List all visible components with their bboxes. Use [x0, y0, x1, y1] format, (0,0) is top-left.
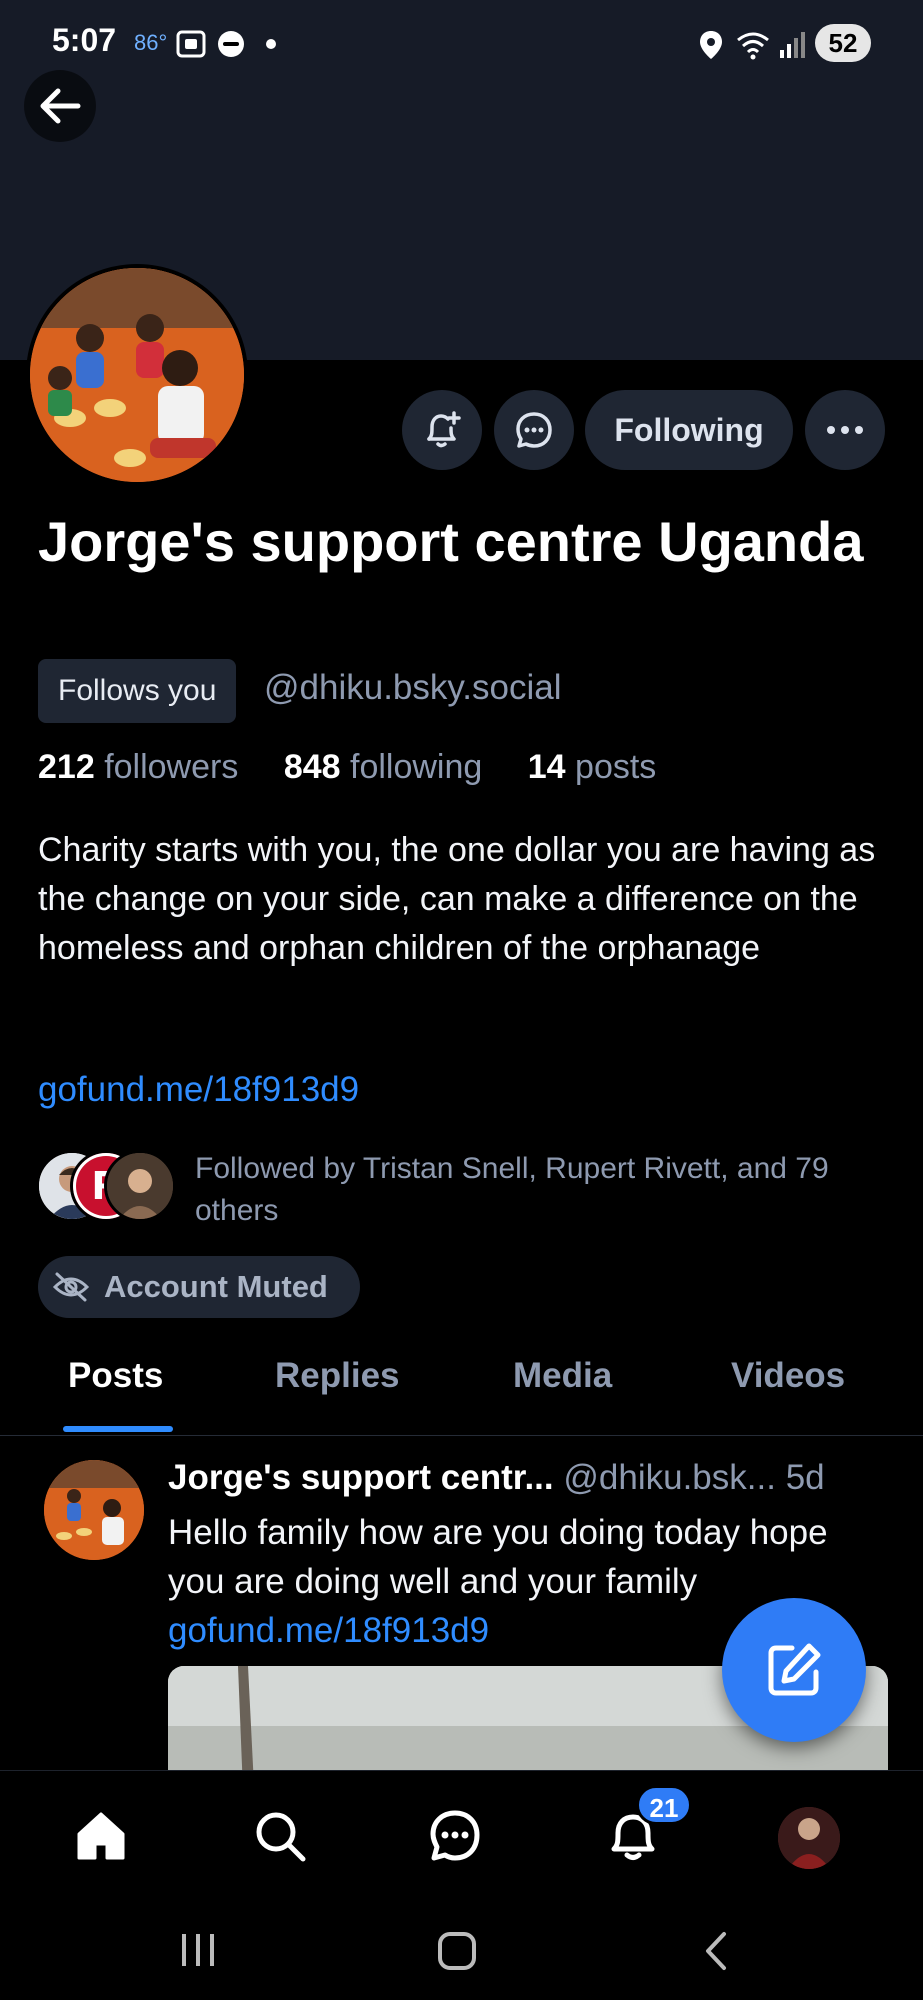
more-horizontal-icon: [827, 426, 863, 434]
chat-icon: [516, 412, 552, 448]
post-author-name[interactable]: Jorge's support centr...: [168, 1458, 554, 1497]
search-icon: [256, 1812, 306, 1862]
signal-icon: [780, 32, 805, 58]
profile-link[interactable]: gofund.me/18f913d9: [38, 1070, 359, 1110]
subscribe-notifications-button[interactable]: [402, 390, 482, 470]
message-button[interactable]: [494, 390, 574, 470]
followers-stat[interactable]: 212 followers: [38, 748, 256, 786]
bell-plus-icon: [427, 411, 461, 448]
following-button-label: Following: [614, 411, 764, 448]
home-system-icon[interactable]: [436, 1930, 478, 1972]
post-link[interactable]: gofund.me/18f913d9: [168, 1611, 489, 1650]
status-bar: 5:07 86° 52: [0, 0, 923, 86]
system-navigation-bar: [0, 1900, 923, 2000]
profile-avatar[interactable]: [26, 264, 248, 486]
followers-label: followers: [104, 748, 239, 786]
profile-display-name: Jorge's support centre Uganda: [38, 510, 864, 573]
post-author-handle[interactable]: @dhiku.bsk...: [563, 1458, 776, 1497]
active-tab-indicator: [63, 1426, 173, 1432]
recent-apps-icon[interactable]: [178, 1930, 218, 1970]
wear-icon: [218, 31, 244, 57]
bottom-navigation: 21: [0, 1770, 923, 1900]
eye-off-icon: [52, 1272, 90, 1302]
known-followers-avatars[interactable]: R: [36, 1150, 176, 1226]
home-icon: [77, 1812, 125, 1860]
more-options-button[interactable]: [805, 390, 885, 470]
back-system-icon[interactable]: [700, 1930, 732, 1972]
arrow-left-icon: [40, 88, 81, 124]
back-button[interactable]: [24, 70, 96, 142]
posts-count: 14: [527, 748, 566, 786]
dot-icon: [266, 39, 276, 49]
location-icon: [700, 31, 722, 59]
tab-media[interactable]: Media: [513, 1356, 612, 1396]
notifications-badge: 21: [636, 1785, 692, 1825]
followed-by-text[interactable]: Followed by Tristan Snell, Rupert Rivett…: [195, 1148, 895, 1232]
screenshot-icon: [176, 30, 206, 58]
account-muted-label: Account Muted: [104, 1269, 328, 1304]
post-header: Jorge's support centr... @dhiku.bsk... 5…: [168, 1458, 888, 1498]
compose-post-button[interactable]: [722, 1598, 866, 1742]
nav-search[interactable]: [245, 1801, 315, 1871]
profile-handle[interactable]: @dhiku.bsky.social: [264, 668, 562, 708]
followers-count: 212: [38, 748, 95, 786]
tab-posts[interactable]: Posts: [68, 1356, 163, 1396]
profile-tabs: Posts Replies Media Videos: [0, 1336, 923, 1436]
nav-chat[interactable]: [420, 1801, 490, 1871]
account-muted-badge: Account Muted: [38, 1256, 360, 1318]
avatar-photo: [30, 268, 244, 482]
follower-avatar: [104, 1150, 176, 1222]
tab-replies[interactable]: Replies: [275, 1356, 400, 1396]
nav-profile-avatar[interactable]: [778, 1807, 840, 1869]
compose-icon: [768, 1643, 821, 1696]
posts-label: posts: [575, 748, 657, 786]
following-count: 848: [283, 748, 341, 786]
profile-bio: Charity starts with you, the one dollar …: [38, 831, 876, 967]
status-time: 5:07: [52, 22, 117, 58]
following-button[interactable]: Following: [585, 390, 793, 470]
post-avatar-photo: [44, 1460, 144, 1560]
post-author-avatar[interactable]: [44, 1460, 144, 1560]
following-stat[interactable]: 848 following: [284, 748, 501, 786]
post-text: Hello family how are you doing today hop…: [168, 1513, 828, 1601]
wifi-icon: [737, 32, 769, 60]
following-label: following: [350, 748, 483, 786]
profile-stats: 212 followers 848 following 14 posts: [38, 748, 692, 787]
posts-stat: 14 posts: [528, 748, 675, 786]
status-temperature: 86°: [134, 30, 168, 55]
chat-icon: [430, 1810, 480, 1861]
tab-videos[interactable]: Videos: [731, 1356, 845, 1396]
follows-you-badge: Follows you: [38, 659, 237, 723]
own-avatar-image: [778, 1807, 840, 1869]
post-age: 5d: [785, 1458, 825, 1497]
nav-home[interactable]: [66, 1801, 136, 1871]
battery-indicator: 52: [815, 24, 871, 62]
follower-avatar-image: [107, 1153, 173, 1219]
